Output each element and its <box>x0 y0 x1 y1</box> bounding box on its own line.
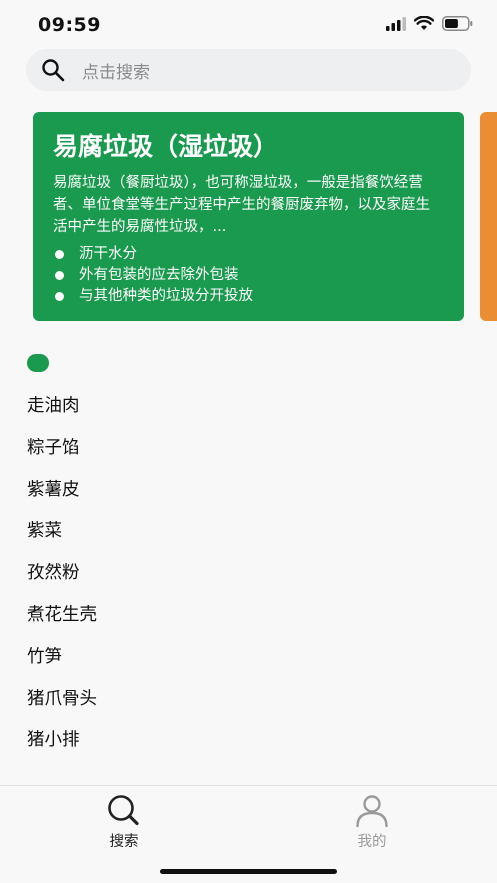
list-item[interactable]: 竹笋 <box>27 637 467 679</box>
list-item[interactable]: 紫菜 <box>27 511 467 553</box>
status-icons <box>386 16 473 31</box>
list-item[interactable]: 粽子馅 <box>27 428 467 470</box>
list-item[interactable]: 猪小排 <box>27 720 467 762</box>
search-icon <box>42 59 65 82</box>
card-tip-text: 与其他种类的垃圾分开投放 <box>79 288 253 304</box>
bullet-icon <box>55 271 64 280</box>
card-tip: 外有包装的应去除外包装 <box>53 265 444 286</box>
wifi-icon <box>414 16 434 30</box>
bullet-icon <box>55 250 64 259</box>
bullet-icon <box>55 292 64 301</box>
tab-label: 我的 <box>357 834 387 850</box>
user-icon <box>356 795 388 828</box>
status-time: 09:59 <box>38 14 101 36</box>
status-bar: 09:59 <box>0 0 497 50</box>
card-tips: 沥干水分 外有包装的应去除外包装 与其他种类的垃圾分开投放 <box>53 244 444 307</box>
list-item[interactable]: 孜然粉 <box>27 553 467 595</box>
card-description: 易腐垃圾（餐厨垃圾），也可称湿垃圾，一般是指餐饮经营者、单位食堂等生产过程中产生… <box>53 175 430 235</box>
battery-icon <box>442 16 473 31</box>
list-item[interactable]: 猪爪骨头 <box>27 679 467 721</box>
card-tip-text: 外有包装的应去除外包装 <box>79 267 239 283</box>
list-item[interactable]: 紫薯皮 <box>27 470 467 512</box>
home-indicator <box>160 869 337 874</box>
search-icon <box>108 795 139 826</box>
tab-label: 搜索 <box>109 834 139 850</box>
category-card[interactable]: 易腐垃圾（湿垃圾） 易腐垃圾（餐厨垃圾），也可称湿垃圾，一般是指餐饮经营者、单位… <box>33 112 464 321</box>
next-category-card[interactable] <box>480 112 497 321</box>
list-item[interactable]: 煮花生壳 <box>27 595 467 637</box>
signal-icon <box>386 16 406 31</box>
search-bar[interactable]: 点击搜索 <box>26 49 471 91</box>
card-tip: 沥干水分 <box>53 244 444 265</box>
search-placeholder: 点击搜索 <box>82 63 150 83</box>
card-tip-text: 沥干水分 <box>79 246 137 262</box>
page-indicator <box>27 354 49 372</box>
tab-mine[interactable]: 我的 <box>312 794 432 851</box>
card-title: 易腐垃圾（湿垃圾） <box>53 132 279 161</box>
card-tip: 与其他种类的垃圾分开投放 <box>53 286 444 307</box>
item-list: 走油肉 粽子馅 紫薯皮 紫菜 孜然粉 煮花生壳 竹笋 猪爪骨头 猪小排 <box>27 386 467 762</box>
tab-search[interactable]: 搜索 <box>64 794 184 851</box>
list-item[interactable]: 走油肉 <box>27 386 467 428</box>
